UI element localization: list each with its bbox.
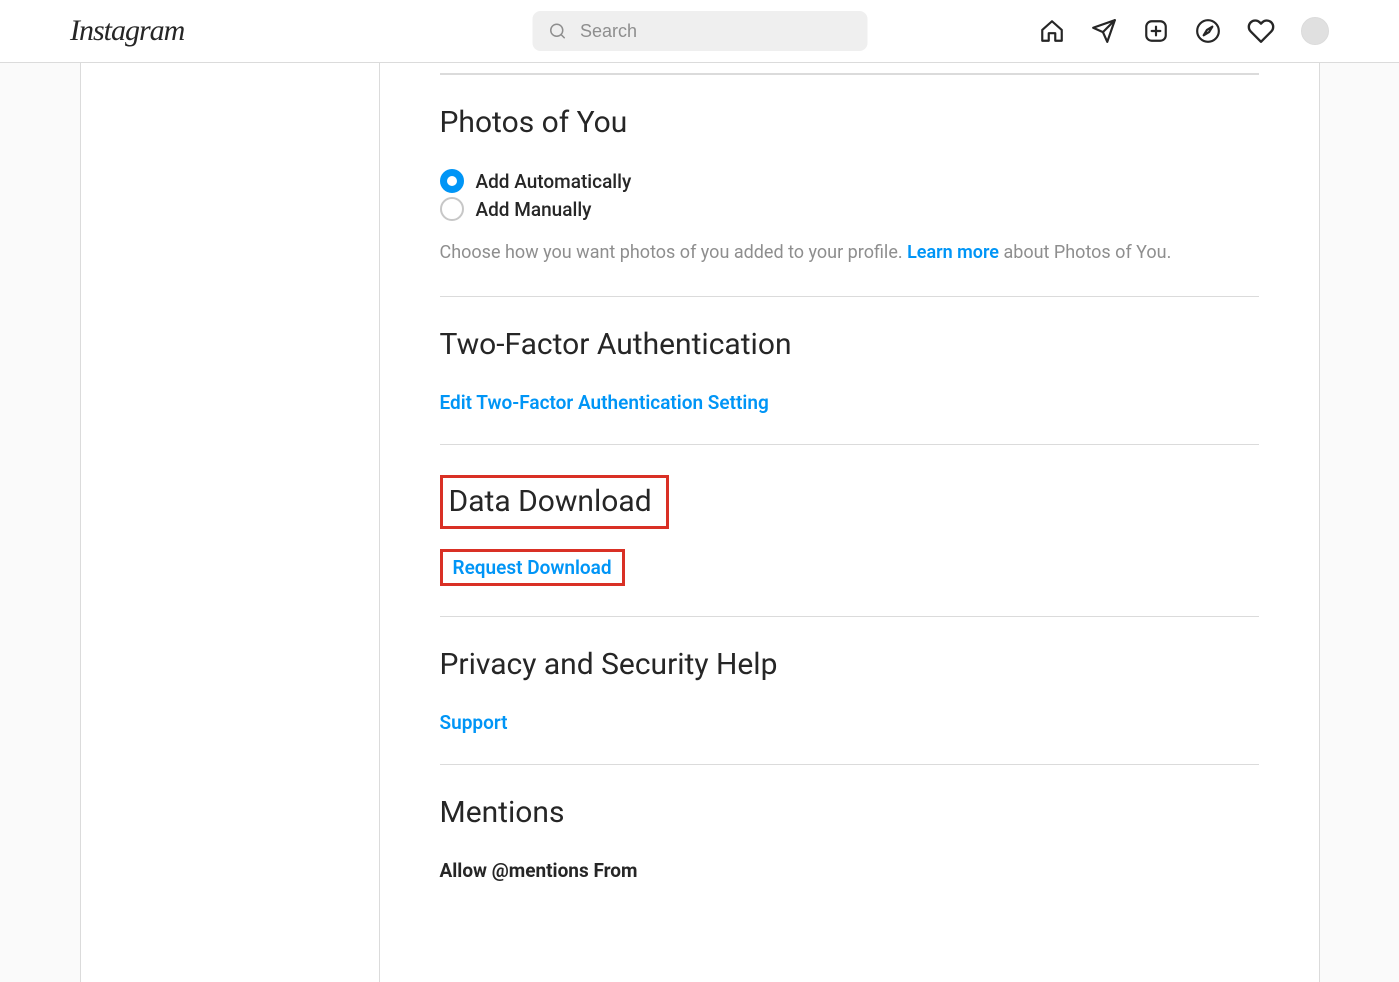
explore-icon[interactable] [1195,18,1221,44]
section-title: Mentions [440,795,1259,831]
radio-label: Add Manually [476,198,592,221]
settings-sidebar [80,63,380,982]
avatar-icon [1301,17,1329,45]
search-input[interactable] [580,21,851,42]
radio-icon [440,197,464,221]
section-data-download: Data Download Request Download [440,444,1259,616]
logo[interactable]: Instagram [70,14,184,48]
new-post-icon[interactable] [1143,18,1169,44]
section-privacy-help: Privacy and Security Help Support [440,616,1259,764]
request-download-link[interactable]: Request Download [453,556,612,579]
activity-icon[interactable] [1247,17,1275,45]
section-title: Privacy and Security Help [440,647,1259,683]
desc-text: about Photos of You. [999,242,1171,263]
search-box[interactable] [532,11,867,51]
section-title: Data Download [449,484,652,520]
nav-icons [1039,17,1329,45]
mentions-subtitle: Allow @mentions From [440,859,1259,882]
messages-icon[interactable] [1091,18,1117,44]
radio-icon [440,169,464,193]
settings-main: Photos of You Add Automatically Add Manu… [380,63,1320,982]
learn-more-link[interactable]: Learn more [907,242,999,263]
desc-text: Choose how you want photos of you added … [440,242,908,263]
page-body: Photos of You Add Automatically Add Manu… [80,63,1320,982]
support-link[interactable]: Support [440,711,508,734]
section-description: Choose how you want photos of you added … [440,239,1259,266]
search-icon [548,22,566,40]
radio-add-manually[interactable]: Add Manually [440,197,1259,221]
home-icon[interactable] [1039,18,1065,44]
highlight-box: Data Download [440,475,669,529]
header: Instagram [0,0,1399,63]
section-title: Two-Factor Authentication [440,327,1259,363]
highlight-box: Request Download [440,549,625,586]
profile-avatar[interactable] [1301,17,1329,45]
section-title: Photos of You [440,105,1259,141]
edit-two-factor-link[interactable]: Edit Two-Factor Authentication Setting [440,391,769,414]
section-two-factor: Two-Factor Authentication Edit Two-Facto… [440,296,1259,444]
section-mentions: Mentions Allow @mentions From [440,764,1259,942]
section-photos-of-you: Photos of You Add Automatically Add Manu… [440,74,1259,296]
radio-label: Add Automatically [476,170,632,193]
radio-add-automatically[interactable]: Add Automatically [440,169,1259,193]
